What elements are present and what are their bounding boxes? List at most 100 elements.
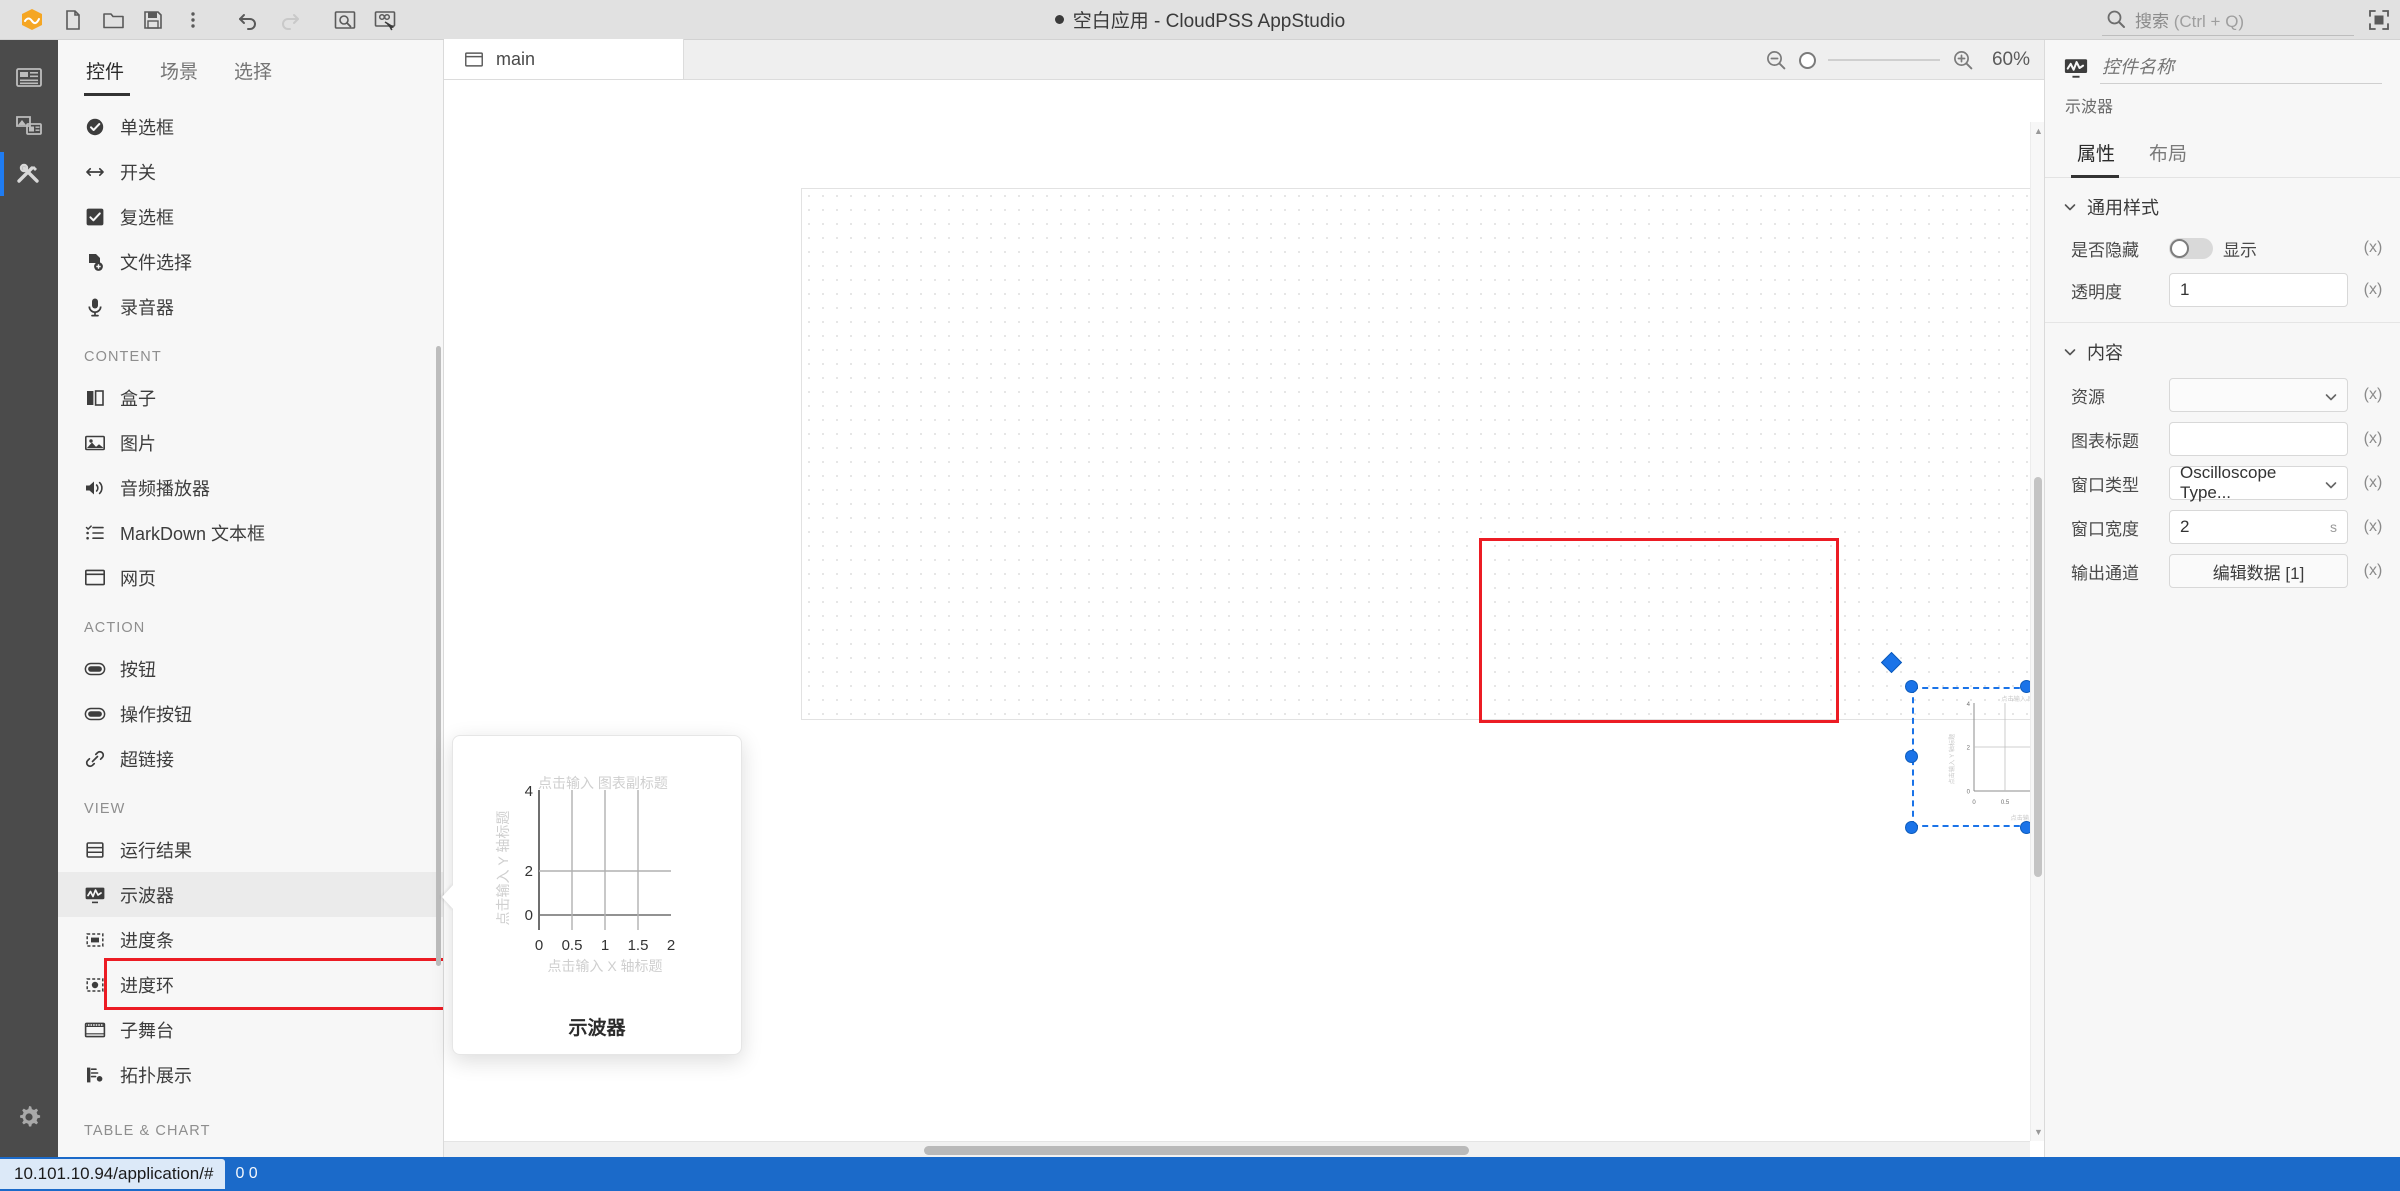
section-title: 通用样式	[2087, 198, 2159, 218]
window-type-select[interactable]: Oscilloscope Type...	[2169, 463, 2348, 502]
resize-handle-sw[interactable]	[1905, 821, 1918, 834]
expression-toggle[interactable]: (x)	[2358, 518, 2388, 536]
new-file-icon[interactable]	[54, 3, 92, 37]
svg-text:1: 1	[601, 937, 609, 954]
redo-icon[interactable]	[270, 3, 308, 37]
hidden-toggle[interactable]	[2169, 237, 2213, 259]
component-item-topology[interactable]: 拓扑展示	[58, 1052, 443, 1097]
sidebar-rail-layout[interactable]	[0, 54, 58, 102]
scroll-down-arrow-icon[interactable]: ▼	[2034, 1127, 2043, 1137]
document-tab-main[interactable]: main	[444, 39, 684, 79]
resize-handle-w[interactable]	[1905, 750, 1918, 763]
section-content[interactable]: 内容	[2045, 323, 2400, 373]
tab-select[interactable]: 选择	[216, 57, 290, 96]
app-root: 空白应用 - CloudPSS AppStudio 搜索 (Ctrl + Q)	[0, 0, 2400, 1191]
component-item-label: 网页	[120, 568, 156, 589]
chart-title-input[interactable]	[2169, 422, 2348, 456]
sidebar-rail-media[interactable]	[0, 102, 58, 150]
opacity-input[interactable]	[2169, 273, 2348, 307]
zoom-slider-track[interactable]	[1827, 59, 1940, 61]
component-item-label: 操作按钮	[120, 704, 192, 725]
component-item-label: 子舞台	[120, 1020, 174, 1041]
progress-bar-icon	[84, 929, 106, 951]
sidebar-rail-settings[interactable]	[0, 1093, 58, 1141]
section-general-style[interactable]: 通用样式	[2045, 178, 2400, 228]
expression-toggle[interactable]: (x)	[2358, 430, 2388, 448]
component-item-switch[interactable]: 开关	[58, 149, 443, 194]
stage-main[interactable]: 点击输入 图表副标题 点击输入 Y 轴标题 4 2 0	[801, 188, 2044, 834]
undo-icon[interactable]	[230, 3, 268, 37]
component-item-radio[interactable]: 单选框	[58, 104, 443, 149]
app-logo-icon[interactable]	[12, 3, 52, 37]
publish-icon[interactable]	[366, 3, 404, 37]
canvas-vertical-scrollbar[interactable]: ▲ ▼	[2030, 122, 2044, 1141]
component-item-oscilloscope[interactable]: 示波器	[58, 872, 443, 917]
properties-header	[2045, 40, 2400, 85]
component-item-recorder[interactable]: 录音器	[58, 284, 443, 329]
component-item-action-button[interactable]: 操作按钮	[58, 691, 443, 736]
prop-row-output-channel: 输出通道 编辑数据 [1] (x)	[2045, 549, 2400, 593]
expression-toggle[interactable]: (x)	[2358, 281, 2388, 299]
component-item-progress-bar[interactable]: 进度条	[58, 917, 443, 962]
component-item-label: 盒子	[120, 388, 156, 409]
canvas-horizontal-scroll-thumb[interactable]	[924, 1146, 1469, 1155]
component-item-label: 文件选择	[120, 252, 192, 273]
component-item-label: 进度环	[120, 975, 174, 996]
scroll-up-arrow-icon[interactable]: ▲	[2034, 126, 2043, 136]
window-width-input[interactable]	[2169, 510, 2348, 544]
expression-toggle[interactable]: (x)	[2358, 239, 2388, 257]
fullscreen-icon[interactable]	[2368, 9, 2390, 31]
prop-row-opacity: 透明度 (x)	[2045, 268, 2400, 312]
component-panel: 控件 场景 选择 单选框 开关 复选框 文件选择 录音器 CONTENT 盒子 …	[58, 40, 444, 1157]
component-item-progress-ring[interactable]: 进度环	[58, 962, 443, 1007]
box-icon	[84, 387, 106, 409]
canvas-vertical-scroll-thumb[interactable]	[2034, 477, 2042, 877]
preview-icon[interactable]	[326, 3, 364, 37]
zoom-out-button[interactable]	[1765, 49, 1787, 71]
chevron-down-icon	[2064, 349, 2076, 356]
expression-toggle[interactable]: (x)	[2358, 386, 2388, 404]
section-title: 内容	[2087, 343, 2123, 363]
radio-icon	[84, 116, 106, 138]
rotate-handle[interactable]	[1880, 651, 1903, 674]
component-item-box[interactable]: 盒子	[58, 375, 443, 420]
component-item-label: 复选框	[120, 207, 174, 228]
component-item-image[interactable]: 图片	[58, 420, 443, 465]
expression-toggle[interactable]: (x)	[2358, 562, 2388, 580]
more-vertical-icon[interactable]	[174, 3, 212, 37]
tab-controls[interactable]: 控件	[76, 57, 142, 96]
widget-name-input[interactable]	[2100, 54, 2382, 84]
tab-layout[interactable]: 布局	[2135, 139, 2201, 177]
speaker-icon	[84, 477, 106, 499]
component-item-button[interactable]: 按钮	[58, 646, 443, 691]
expression-toggle[interactable]: (x)	[2358, 474, 2388, 492]
resource-select[interactable]	[2169, 378, 2348, 412]
save-icon[interactable]	[134, 3, 172, 37]
component-panel-scrollbar[interactable]	[436, 346, 441, 966]
group-label-view: VIEW	[84, 801, 126, 817]
progress-ring-icon	[84, 974, 106, 996]
component-item-checkbox[interactable]: 复选框	[58, 194, 443, 239]
edit-data-button[interactable]: 编辑数据 [1]	[2169, 554, 2348, 588]
canvas-horizontal-scrollbar[interactable]	[444, 1141, 2030, 1157]
resize-handle-nw[interactable]	[1905, 680, 1918, 693]
component-item-audio-player[interactable]: 音频播放器	[58, 465, 443, 510]
canvas-widget-oscilloscope[interactable]: 点击输入 图表副标题 点击输入 Y 轴标题 4 2 0	[1880, 651, 2044, 834]
zoom-in-button[interactable]	[1952, 49, 1974, 71]
component-item-run-result[interactable]: 运行结果	[58, 827, 443, 872]
component-item-webpage[interactable]: 网页	[58, 555, 443, 600]
tab-properties[interactable]: 属性	[2063, 139, 2129, 178]
open-folder-icon[interactable]	[94, 3, 132, 37]
search-input[interactable]: 搜索 (Ctrl + Q)	[2102, 5, 2354, 36]
component-item-markdown[interactable]: MarkDown 文本框	[58, 510, 443, 555]
tab-scenes[interactable]: 场景	[142, 57, 216, 96]
zoom-slider-handle[interactable]	[1798, 51, 1816, 69]
component-item-hyperlink[interactable]: 超链接	[58, 736, 443, 781]
component-item-substage[interactable]: 子舞台	[58, 1007, 443, 1052]
button-icon	[84, 658, 106, 680]
sidebar-rail-tools[interactable]	[0, 150, 58, 198]
svg-text:0: 0	[535, 937, 543, 954]
window-title-text: 空白应用 - CloudPSS AppStudio	[1072, 11, 1346, 32]
component-item-file-picker[interactable]: 文件选择	[58, 239, 443, 284]
component-item-label: 录音器	[120, 297, 174, 318]
